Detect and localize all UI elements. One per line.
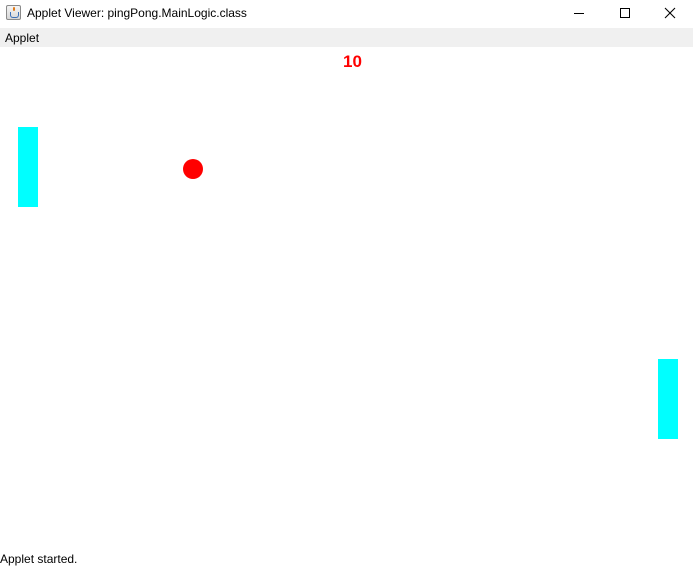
window-title: Applet Viewer: pingPong.MainLogic.class (27, 6, 247, 20)
game-canvas[interactable]: 10 (0, 47, 693, 549)
left-paddle (18, 127, 38, 207)
right-paddle (658, 359, 678, 439)
status-text: Applet started. (0, 552, 78, 566)
menu-item-applet[interactable]: Applet (5, 31, 39, 45)
close-icon (664, 7, 676, 19)
minimize-icon (574, 13, 584, 14)
applet-viewer-window: Applet Viewer: pingPong.MainLogic.class … (0, 0, 693, 566)
java-icon[interactable] (6, 5, 21, 20)
ball (183, 159, 203, 179)
title-bar[interactable]: Applet Viewer: pingPong.MainLogic.class (0, 0, 693, 27)
status-bar: Applet started. (0, 549, 693, 566)
close-button[interactable] (647, 0, 693, 27)
maximize-button[interactable] (602, 0, 648, 27)
menu-bar: Applet (0, 28, 693, 47)
score-display: 10 (343, 52, 362, 71)
maximize-icon (620, 8, 630, 18)
minimize-button[interactable] (556, 0, 602, 27)
